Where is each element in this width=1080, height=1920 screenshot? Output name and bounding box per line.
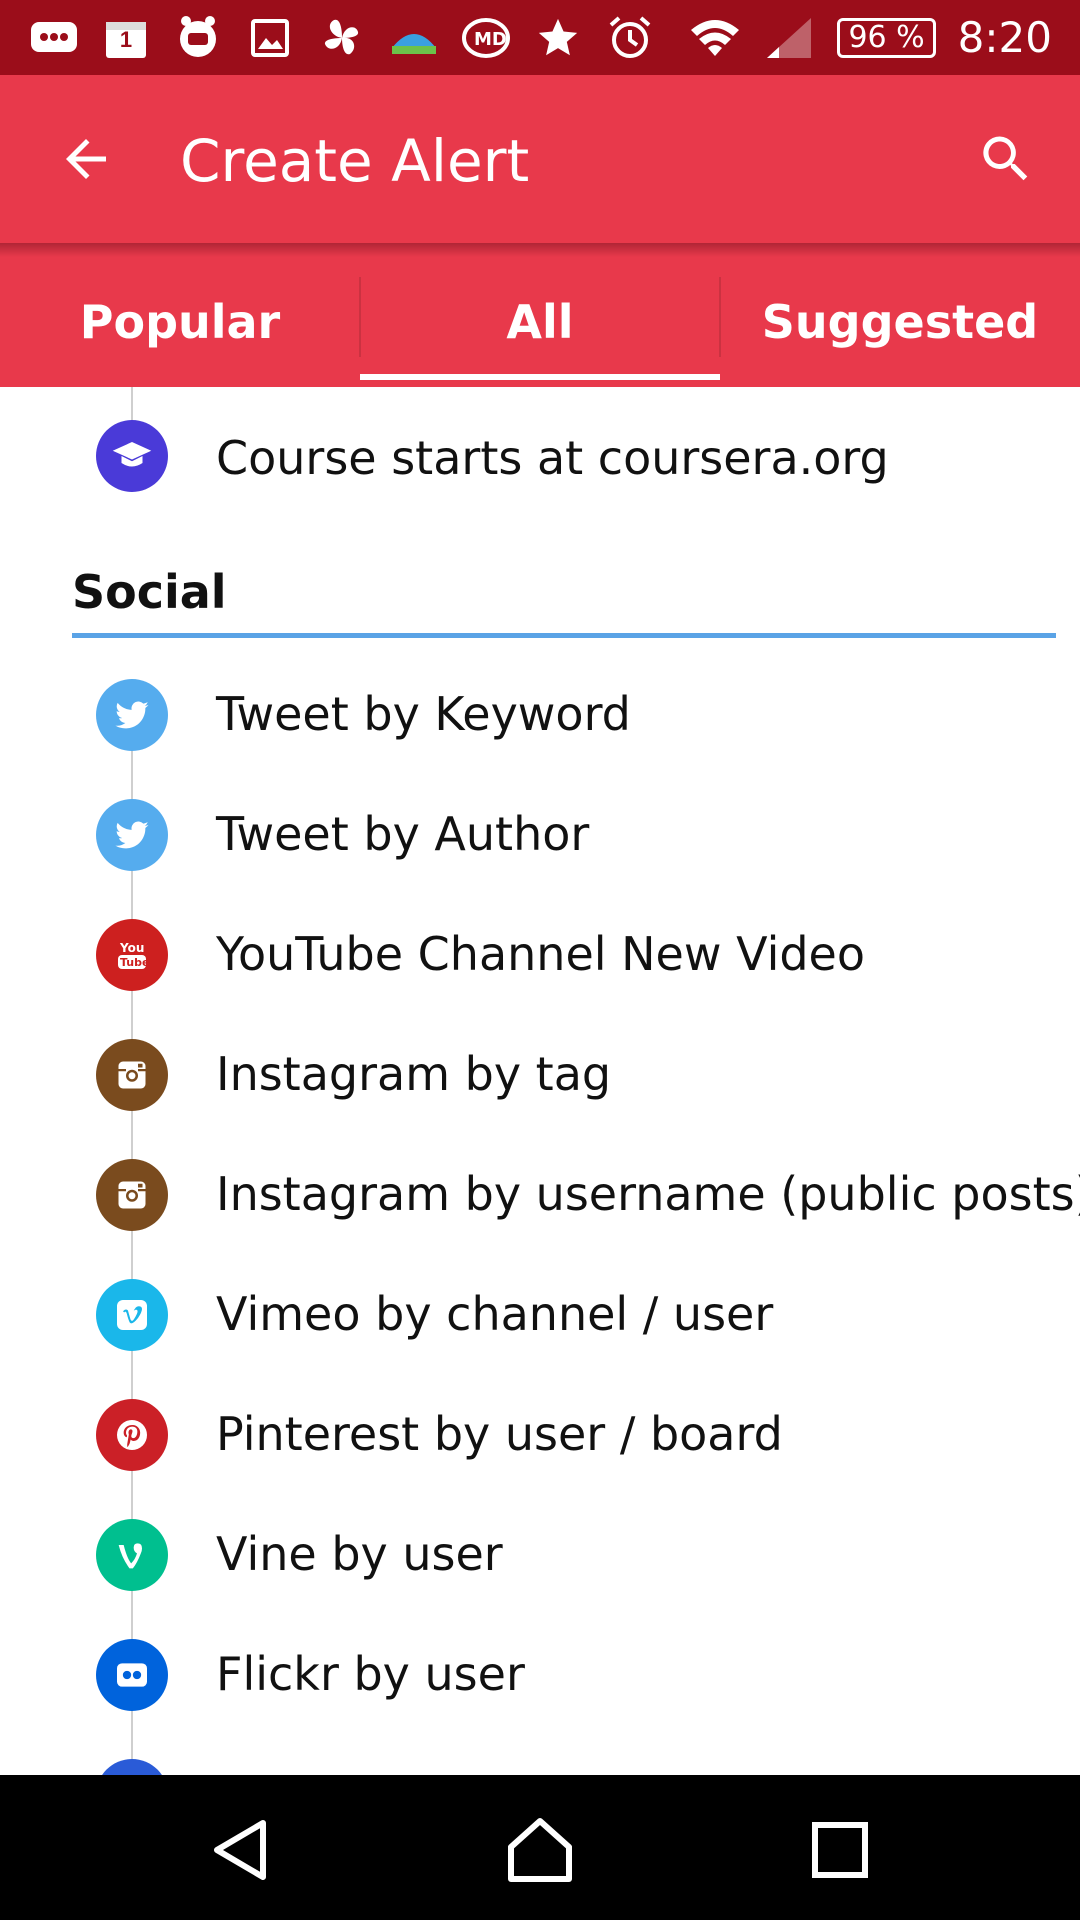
list-item-label: Course starts at coursera.org	[216, 431, 889, 485]
section-title: Social	[72, 565, 227, 619]
flickr-icon	[96, 1639, 168, 1711]
twitter-icon	[96, 799, 168, 871]
list-item-label: YouTube Channel New Video	[216, 927, 865, 981]
tab-all[interactable]: All	[360, 257, 720, 387]
tab-divider	[359, 277, 361, 357]
graduation-cap-icon	[96, 420, 168, 492]
tab-label: All	[506, 295, 574, 349]
vine-icon	[96, 1519, 168, 1591]
tab-bar: Popular All Suggested	[0, 257, 1080, 387]
image-icon	[244, 12, 296, 64]
list-item[interactable]: Tweet by Author	[0, 775, 1080, 895]
tab-label: Popular	[79, 295, 281, 349]
list-item[interactable]: Instagram by tag	[0, 1015, 1080, 1135]
svg-text:You: You	[119, 941, 144, 955]
youtube-icon: You Tube	[96, 919, 168, 991]
vimeo-icon	[96, 1279, 168, 1351]
app-notification-icon	[172, 12, 224, 64]
list-item[interactable]: You Tube YouTube Channel New Video	[0, 895, 1080, 1015]
tab-label: Suggested	[761, 295, 1039, 349]
twitter-icon	[96, 679, 168, 751]
list-item[interactable]: Course starts at coursera.org	[0, 387, 1080, 507]
list-item-icon	[96, 1759, 168, 1775]
tab-divider	[719, 277, 721, 357]
list-item[interactable]: Tweet by Keyword	[0, 655, 1080, 775]
calendar-day: 1	[119, 26, 133, 52]
list-item-label: Vine by user	[216, 1527, 503, 1581]
wifi-icon	[689, 12, 741, 64]
page-title: Create Alert	[180, 127, 530, 195]
section-divider	[72, 633, 1056, 638]
list-item[interactable]: Pinterest by user / board	[0, 1375, 1080, 1495]
calendar-icon: 1	[100, 12, 152, 64]
instagram-icon	[96, 1039, 168, 1111]
pinterest-icon	[96, 1399, 168, 1471]
list-item-label: Tweet by Author	[216, 807, 590, 861]
search-icon[interactable]	[976, 129, 1036, 189]
nav-back-icon[interactable]	[205, 1815, 275, 1885]
arrow-back-icon[interactable]	[56, 129, 116, 189]
selected-tab-indicator	[360, 374, 720, 380]
list-item[interactable]: Vimeo by channel / user	[0, 1255, 1080, 1375]
md-app-icon: MD	[460, 12, 512, 64]
signal-icon	[763, 12, 815, 64]
pinwheel-icon	[316, 12, 368, 64]
list-item-label: Vimeo by channel / user	[216, 1287, 774, 1341]
tab-suggested[interactable]: Suggested	[720, 257, 1080, 387]
list-item[interactable]: Vine by user	[0, 1495, 1080, 1615]
svg-text:Tube: Tube	[120, 956, 149, 969]
list-item-label: Flickr by user	[216, 1647, 525, 1701]
list-item[interactable]: Flickr by user	[0, 1615, 1080, 1735]
weather-icon	[388, 12, 440, 64]
nav-home-icon[interactable]	[505, 1815, 575, 1885]
section-header: Social	[72, 565, 1056, 638]
star-icon	[532, 12, 584, 64]
app-bar-shadow	[0, 243, 1080, 257]
alert-type-list[interactable]: Course starts at coursera.org Social Twe…	[0, 387, 1080, 1775]
list-item[interactable]: Instagram by username (public posts)	[0, 1135, 1080, 1255]
status-time: 8:20	[957, 13, 1052, 62]
app-bar: Create Alert	[0, 75, 1080, 243]
alarm-icon	[604, 12, 656, 64]
list-item-label: Instagram by username (public posts)	[216, 1167, 1080, 1221]
chat-notification-icon	[28, 12, 80, 64]
navigation-bar	[0, 1775, 1080, 1920]
list-item-label: Pinterest by user / board	[216, 1407, 783, 1461]
nav-recents-icon[interactable]	[805, 1815, 875, 1885]
status-bar: 1 MD 96 % 8:20	[0, 0, 1080, 75]
tab-popular[interactable]: Popular	[0, 257, 360, 387]
list-item[interactable]	[0, 1735, 1080, 1775]
list-item-label: Tweet by Keyword	[216, 687, 631, 741]
instagram-icon	[96, 1159, 168, 1231]
svg-text:MD: MD	[474, 29, 507, 50]
battery-indicator: 96 %	[837, 17, 936, 58]
list-item-label: Instagram by tag	[216, 1047, 612, 1101]
